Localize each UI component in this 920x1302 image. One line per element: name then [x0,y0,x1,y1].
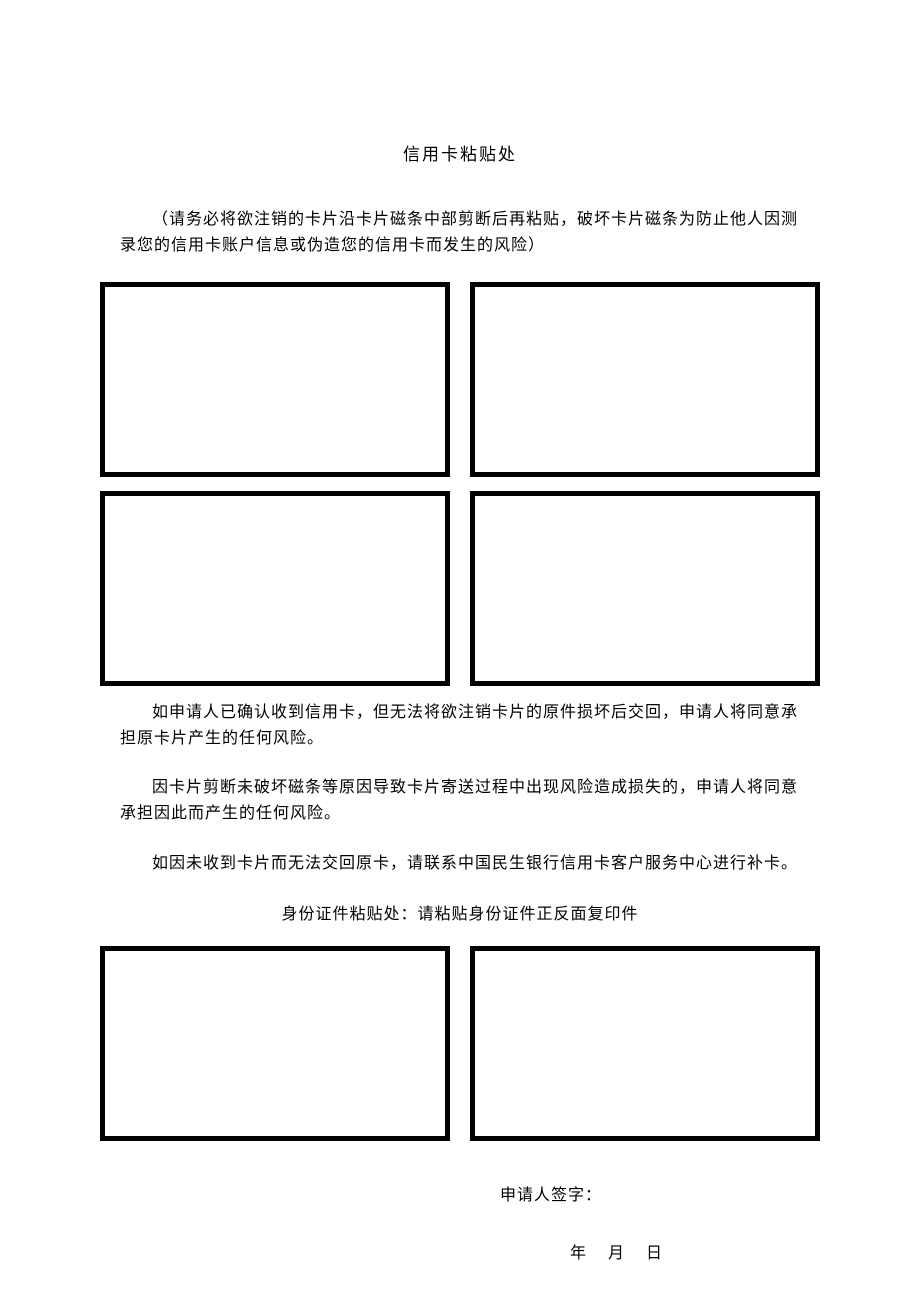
paragraph-3: 如因未收到卡片而无法交回原卡，请联系中国民生银行信用卡客户服务中心进行补卡。 [120,851,800,877]
id-paste-box-front [100,946,450,1141]
id-paste-box-back [470,946,820,1141]
section-title-card-paste: 信用卡粘贴处 [100,140,820,165]
date-line: 年 月 日 [570,1239,820,1263]
instruction-note: （请务必将欲注销的卡片沿卡片磁条中部剪断后再粘贴，破坏卡片磁条为防止他人因测录您… [120,207,800,258]
card-paste-box-2 [470,282,820,477]
paragraph-1: 如申请人已确认收到信用卡，但无法将欲注销卡片的原件损坏后交回，申请人将同意承担原… [120,700,800,751]
card-paste-box-4 [470,491,820,686]
signature-label: 申请人签字： [500,1181,820,1205]
id-paste-row [100,946,820,1141]
signature-area: 申请人签字： 年 月 日 [100,1181,820,1263]
card-paste-box-3 [100,491,450,686]
card-paste-box-1 [100,282,450,477]
section-title-id-paste: 身份证件粘贴处：请粘贴身份证件正反面复印件 [100,900,820,924]
card-paste-row-1 [100,282,820,477]
paragraph-2: 因卡片剪断未破坏磁条等原因导致卡片寄送过程中出现风险造成损失的，申请人将同意承担… [120,775,800,826]
card-paste-row-2 [100,491,820,686]
